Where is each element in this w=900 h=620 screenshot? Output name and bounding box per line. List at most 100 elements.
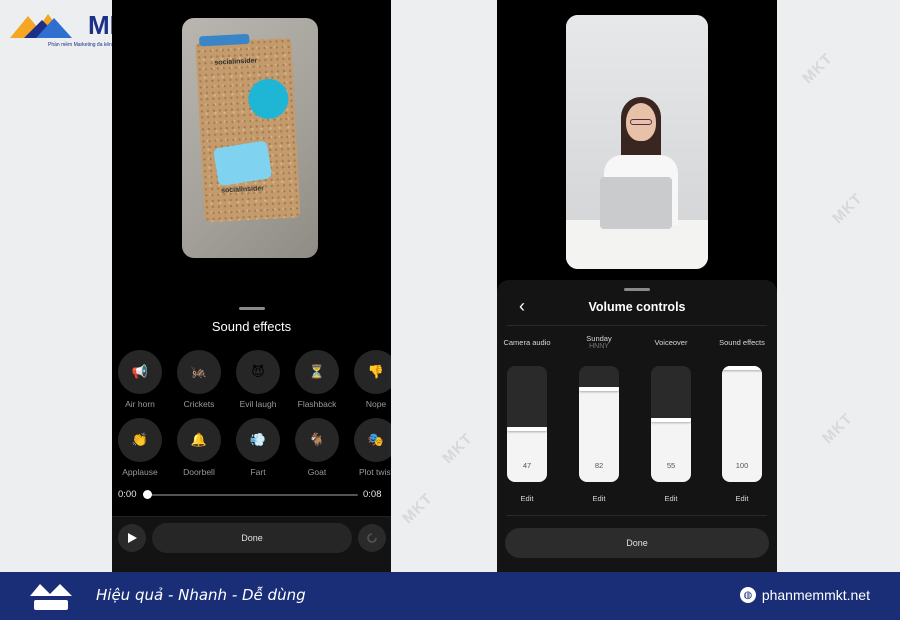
sound-effect-air-horn[interactable]: 📢 Air horn xyxy=(112,350,170,409)
footer-site[interactable]: ◍ phanmemmkt.net xyxy=(739,587,870,603)
screenshot-stage: MKT MKT MKT MKT MKT MKT Phần mềm Marketi… xyxy=(0,0,900,572)
done-button[interactable]: Done xyxy=(152,523,352,553)
channel-name: Sunday xyxy=(586,334,612,343)
notebook-brand: socialinsider xyxy=(214,57,258,67)
notebook-brand-2: socialinsider xyxy=(220,185,265,195)
volume-handle[interactable] xyxy=(507,427,547,432)
volume-fill xyxy=(651,418,691,482)
watermark-text: MKT xyxy=(829,189,867,228)
channel-label: Voiceover xyxy=(636,338,706,347)
brand-tagline: Phần mềm Marketing đa kênh xyxy=(48,42,115,48)
sound-effect-flashback[interactable]: ⏳ Flashback xyxy=(287,350,347,409)
sound-effect-label: Goat xyxy=(307,467,327,477)
phone-volume-controls: ‹ Volume controls Camera audio 47 Edit Sund… xyxy=(497,0,777,572)
sound-effect-label: Evil laugh xyxy=(239,399,277,409)
sound-effect-label: Plot twist xyxy=(358,467,391,477)
volume-value: 82 xyxy=(594,461,604,470)
footer-mkt-logo-icon xyxy=(30,584,72,610)
sheet-title: Sound effects xyxy=(211,319,292,334)
edit-button[interactable]: Edit xyxy=(722,494,762,503)
sound-effect-doorbell[interactable]: 🔔 Doorbell xyxy=(169,418,229,477)
sound-effect-nope[interactable]: 👎 Nope xyxy=(346,350,391,409)
footer-site-text: phanmemmkt.net xyxy=(761,587,870,603)
volume-value: 47 xyxy=(522,461,532,470)
notebook-image: socialinsider socialinsider xyxy=(195,33,301,223)
volume-handle[interactable] xyxy=(651,418,691,423)
evil-laugh-icon: 😈 xyxy=(236,350,280,394)
divider xyxy=(507,325,767,326)
watermark-text: MKT xyxy=(799,49,837,88)
applause-icon: 👏 xyxy=(118,418,162,462)
sound-effect-fart[interactable]: 💨 Fart xyxy=(228,418,288,477)
thumbs-down-icon: 👎 xyxy=(354,350,391,394)
play-button[interactable] xyxy=(118,524,146,552)
volume-slider-voiceover[interactable]: 55 xyxy=(651,366,691,482)
sheet-handle[interactable] xyxy=(624,288,650,291)
watermark-text: MKT xyxy=(819,409,857,448)
edit-button[interactable]: Edit xyxy=(579,494,619,503)
channel-name: Voiceover xyxy=(654,338,688,347)
notebook-tab xyxy=(199,33,250,47)
channel-name: Camera audio xyxy=(503,338,551,347)
play-icon xyxy=(128,533,137,543)
done-button[interactable]: Done xyxy=(505,528,769,558)
sound-effect-goat[interactable]: 🐐 Goat xyxy=(287,418,347,477)
volume-fill xyxy=(507,427,547,482)
sound-effect-label: Air horn xyxy=(125,399,155,409)
footer-banner: Hiệu quả - Nhanh - Dễ dùng ◍ phanmemmkt.… xyxy=(0,572,900,620)
scrubber-knob[interactable] xyxy=(143,490,152,499)
glasses xyxy=(630,119,652,125)
sticker-circle xyxy=(247,77,290,120)
air-horn-icon: 📢 xyxy=(118,350,162,394)
volume-controls-sheet: ‹ Volume controls Camera audio 47 Edit Sund… xyxy=(497,280,777,572)
sound-effect-label: Crickets xyxy=(183,399,215,409)
channel-label: Sunday HNNY xyxy=(564,334,634,351)
watermark-text: MKT xyxy=(399,489,437,528)
time-end: 0:08 xyxy=(363,489,382,500)
volume-value: 100 xyxy=(735,461,749,470)
phone-sound-effects: socialinsider socialinsider Sound effect… xyxy=(112,0,391,572)
crickets-icon: 🦗 xyxy=(177,350,221,394)
sound-effect-applause[interactable]: 👏 Applause xyxy=(112,418,170,477)
sheet-title: Volume controls xyxy=(588,300,686,314)
sound-effect-label: Applause xyxy=(122,467,158,477)
sound-effect-crickets[interactable]: 🦗 Crickets xyxy=(169,350,229,409)
sound-effect-plot-twist[interactable]: 🎭 Plot twist xyxy=(346,418,391,477)
volume-slider-sound-effects[interactable]: 100 xyxy=(722,366,762,482)
sound-effect-label: Fart xyxy=(250,467,266,477)
bell-icon: 🔔 xyxy=(177,418,221,462)
time-start: 0:00 xyxy=(118,489,137,500)
sticker-rect xyxy=(213,140,273,187)
edit-button[interactable]: Edit xyxy=(651,494,691,503)
channel-name: Sound effects xyxy=(719,338,765,347)
undo-icon xyxy=(367,533,377,543)
video-preview[interactable]: socialinsider socialinsider xyxy=(182,18,318,258)
video-preview[interactable] xyxy=(566,15,708,269)
watermark-text: MKT xyxy=(439,429,477,468)
channel-subtitle: HNNY xyxy=(589,343,609,350)
undo-button[interactable] xyxy=(358,524,386,552)
channel-label: Camera audio xyxy=(497,338,562,347)
sheet-handle[interactable] xyxy=(238,307,265,310)
scrubber-track[interactable] xyxy=(146,494,358,496)
laptop-image xyxy=(600,177,672,229)
sound-effect-label: Doorbell xyxy=(183,467,215,477)
goat-icon: 🐐 xyxy=(295,418,339,462)
globe-icon: ◍ xyxy=(739,587,756,603)
plot-twist-icon: 🎭 xyxy=(354,418,391,462)
edit-button[interactable]: Edit xyxy=(507,494,547,503)
footer-slogan: Hiệu quả - Nhanh - Dễ dùng xyxy=(96,586,306,604)
hourglass-icon: ⏳ xyxy=(295,350,339,394)
volume-slider-camera-audio[interactable]: 47 xyxy=(507,366,547,482)
playback-bar: Done xyxy=(112,516,391,572)
sound-effect-evil-laugh[interactable]: 😈 Evil laugh xyxy=(228,350,288,409)
mkt-logo-icon xyxy=(10,14,72,38)
volume-handle[interactable] xyxy=(722,366,762,370)
volume-slider-sunday[interactable]: 82 xyxy=(579,366,619,482)
volume-handle[interactable] xyxy=(579,386,619,391)
sound-effect-label: Nope xyxy=(365,399,387,409)
divider xyxy=(507,515,767,516)
sound-effect-label: Flashback xyxy=(297,399,337,409)
sound-effects-sheet: Sound effects 📢 Air horn 🦗 Crickets 😈 Evil la… xyxy=(112,298,391,572)
volume-value: 55 xyxy=(666,461,676,470)
